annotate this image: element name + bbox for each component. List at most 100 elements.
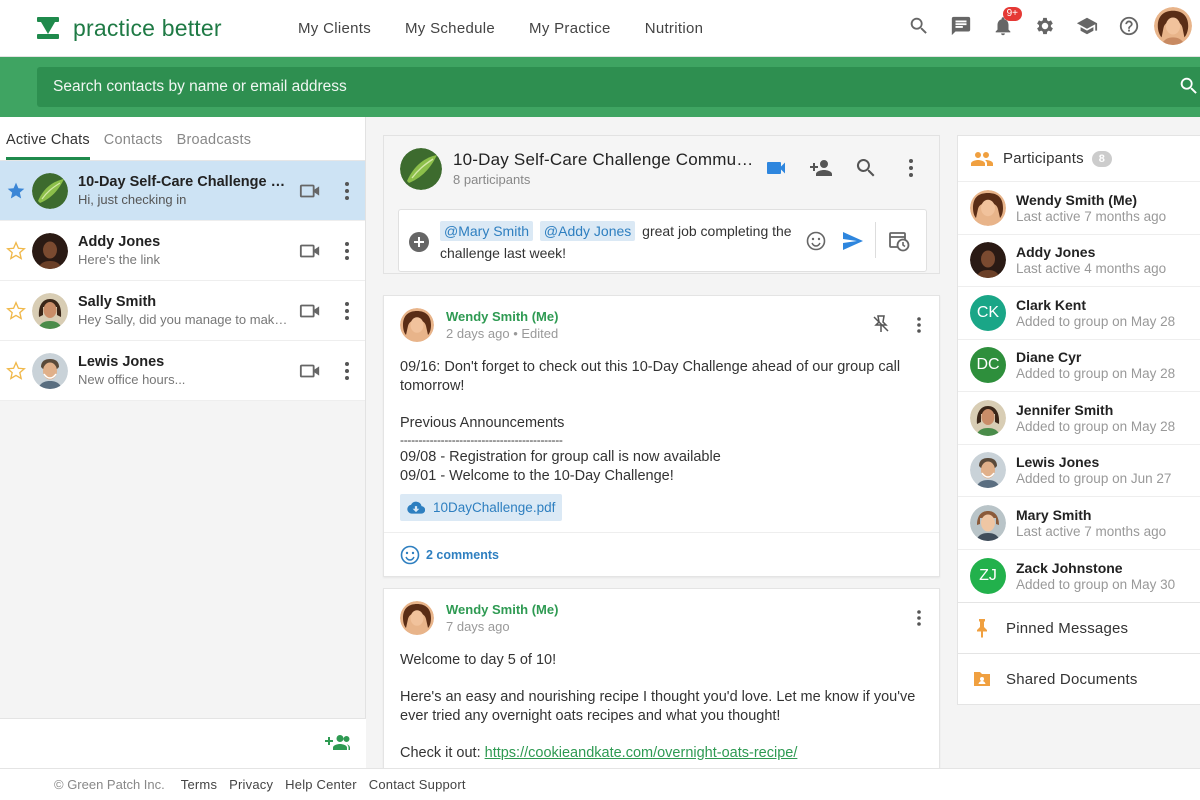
graduation-cap-icon[interactable] — [1066, 5, 1108, 47]
logo[interactable]: practice better — [37, 15, 277, 42]
tab-contacts[interactable]: Contacts — [104, 132, 163, 160]
more-vertical-icon[interactable] — [343, 299, 351, 323]
participants-title: Participants — [1003, 150, 1084, 167]
post-author[interactable]: Wendy Smith (Me) — [446, 309, 558, 324]
participants-card: Participants 8 Wendy Smith (Me) Last acti… — [957, 135, 1200, 705]
participant-row[interactable]: Wendy Smith (Me) Last active 7 months ago — [958, 182, 1200, 235]
notifications-icon[interactable]: 9+ — [982, 5, 1024, 47]
more-vertical-icon[interactable] — [915, 609, 923, 627]
chat-preview: Hey Sally, did you manage to make it to … — [78, 312, 288, 327]
star-outline-icon[interactable] — [0, 240, 32, 261]
more-vertical-icon[interactable] — [899, 156, 923, 180]
avatar — [970, 504, 1006, 541]
unpin-icon[interactable] — [871, 314, 891, 334]
video-call-icon[interactable] — [299, 361, 321, 381]
nav-my-practice[interactable]: My Practice — [529, 20, 611, 37]
composer-area: @Mary Smith @Addy Jones great job comple… — [383, 201, 940, 274]
chat-sidebar: Active Chats Contacts Broadcasts 10-Day … — [0, 117, 366, 768]
more-vertical-icon[interactable] — [915, 316, 923, 334]
participant-row[interactable]: CK Clark Kent Added to group on May 28 — [958, 287, 1200, 340]
footer-link-help-center[interactable]: Help Center — [285, 777, 357, 792]
logo-mark-icon — [37, 17, 59, 39]
participant-row[interactable]: Lewis Jones Added to group on Jun 27 — [958, 445, 1200, 497]
contact-search-box — [37, 67, 1200, 107]
gear-icon[interactable] — [1024, 5, 1066, 47]
post-line: Welcome to day 5 of 10! — [400, 652, 557, 668]
send-icon[interactable] — [842, 231, 864, 251]
recipe-link[interactable]: https://cookieandkate.com/overnight-oats… — [485, 745, 798, 761]
schedule-message-icon[interactable] — [888, 230, 910, 252]
participant-row[interactable]: Mary Smith Last active 7 months ago — [958, 497, 1200, 550]
star-outline-icon[interactable] — [0, 300, 32, 321]
avatar — [970, 189, 1006, 226]
author-avatar — [400, 308, 434, 342]
post-meta: 2 days ago • Edited — [446, 326, 559, 341]
comments-link[interactable]: 2 comments — [426, 548, 499, 562]
tab-active-chats[interactable]: Active Chats — [6, 132, 90, 160]
participants-count-label: 8 participants — [453, 172, 531, 187]
post-author[interactable]: Wendy Smith (Me) — [446, 602, 558, 617]
contact-search-input[interactable] — [53, 78, 1153, 96]
user-avatar[interactable] — [1154, 7, 1192, 45]
cloud-download-icon — [407, 501, 425, 514]
more-vertical-icon[interactable] — [343, 179, 351, 203]
post-line: 09/01 - Welcome to the 10-Day Challenge! — [400, 468, 674, 484]
participant-name: Addy Jones — [1016, 244, 1096, 261]
group-avatar — [400, 147, 442, 190]
composer-text[interactable]: @Mary Smith @Addy Jones great job comple… — [440, 220, 795, 264]
nav-nutrition[interactable]: Nutrition — [645, 20, 704, 37]
more-vertical-icon[interactable] — [343, 239, 351, 263]
star-outline-icon[interactable] — [0, 360, 32, 381]
add-person-icon[interactable] — [809, 156, 833, 180]
attachment-chip[interactable]: 10DayChallenge.pdf — [400, 494, 563, 521]
chat-item[interactable]: Lewis Jones New office hours... — [0, 341, 365, 401]
help-icon[interactable] — [1108, 5, 1150, 47]
participants-header[interactable]: Participants 8 — [958, 136, 1200, 182]
message-composer[interactable]: @Mary Smith @Addy Jones great job comple… — [398, 209, 927, 272]
chat-icon[interactable] — [940, 5, 982, 47]
video-call-icon[interactable] — [299, 181, 321, 201]
footer-link-terms[interactable]: Terms — [181, 777, 217, 792]
chat-preview: Hi, just checking in — [78, 192, 187, 207]
chat-item[interactable]: Sally Smith Hey Sally, did you manage to… — [0, 281, 365, 341]
participant-name: Wendy Smith (Me) — [1016, 191, 1138, 208]
nav-my-schedule[interactable]: My Schedule — [405, 20, 495, 37]
page-footer: © Green Patch Inc. Terms Privacy Help Ce… — [0, 768, 1200, 800]
video-call-icon[interactable] — [299, 301, 321, 321]
post-body: Welcome to day 5 of 10! Here's an easy a… — [400, 651, 920, 763]
footer-link-privacy[interactable]: Privacy — [229, 777, 273, 792]
pinned-messages-link[interactable]: Pinned Messages — [958, 602, 1200, 653]
nav-icons: 9+ — [898, 5, 1192, 47]
participant-row[interactable]: Addy Jones Last active 4 months ago — [958, 235, 1200, 287]
participant-name: Clark Kent — [1016, 296, 1087, 313]
footer-link-contact-support[interactable]: Contact Support — [369, 777, 466, 792]
participant-row[interactable]: DC Diane Cyr Added to group on May 28 — [958, 340, 1200, 392]
comment-smiley-icon[interactable] — [400, 545, 420, 565]
chat-name: Lewis Jones — [78, 354, 165, 370]
emoji-icon[interactable] — [806, 231, 826, 251]
chat-item[interactable]: 10-Day Self-Care Challenge Community Hi,… — [0, 161, 365, 221]
add-group-icon[interactable] — [324, 733, 350, 753]
video-call-icon[interactable] — [764, 156, 788, 180]
video-call-icon[interactable] — [299, 241, 321, 261]
nav-my-clients[interactable]: My Clients — [298, 20, 371, 37]
search-icon[interactable] — [1178, 75, 1200, 97]
avatar — [970, 242, 1006, 279]
chat-item[interactable]: Addy Jones Here's the link — [0, 221, 365, 281]
chat-preview: Here's the link — [78, 252, 160, 267]
search-icon[interactable] — [854, 156, 878, 180]
post-line: Previous Announcements — [400, 415, 565, 431]
participants-sidebar: Participants 8 Wendy Smith (Me) Last acti… — [957, 117, 1200, 768]
search-icon[interactable] — [898, 5, 940, 47]
participant-row[interactable]: Jennifer Smith Added to group on May 28 — [958, 392, 1200, 445]
star-icon[interactable] — [0, 181, 32, 201]
conversation-header: 10-Day Self-Care Challenge Community 8 p… — [383, 135, 940, 201]
group-avatar — [32, 172, 68, 209]
shared-documents-link[interactable]: Shared Documents — [958, 653, 1200, 704]
participant-row[interactable]: ZJ Zack Johnstone Added to group on May 3… — [958, 550, 1200, 603]
more-vertical-icon[interactable] — [343, 359, 351, 383]
participant-name: Diane Cyr — [1016, 349, 1082, 366]
tab-broadcasts[interactable]: Broadcasts — [177, 132, 252, 160]
add-attachment-icon[interactable] — [409, 232, 429, 252]
participant-status: Added to group on May 28 — [1016, 418, 1176, 434]
